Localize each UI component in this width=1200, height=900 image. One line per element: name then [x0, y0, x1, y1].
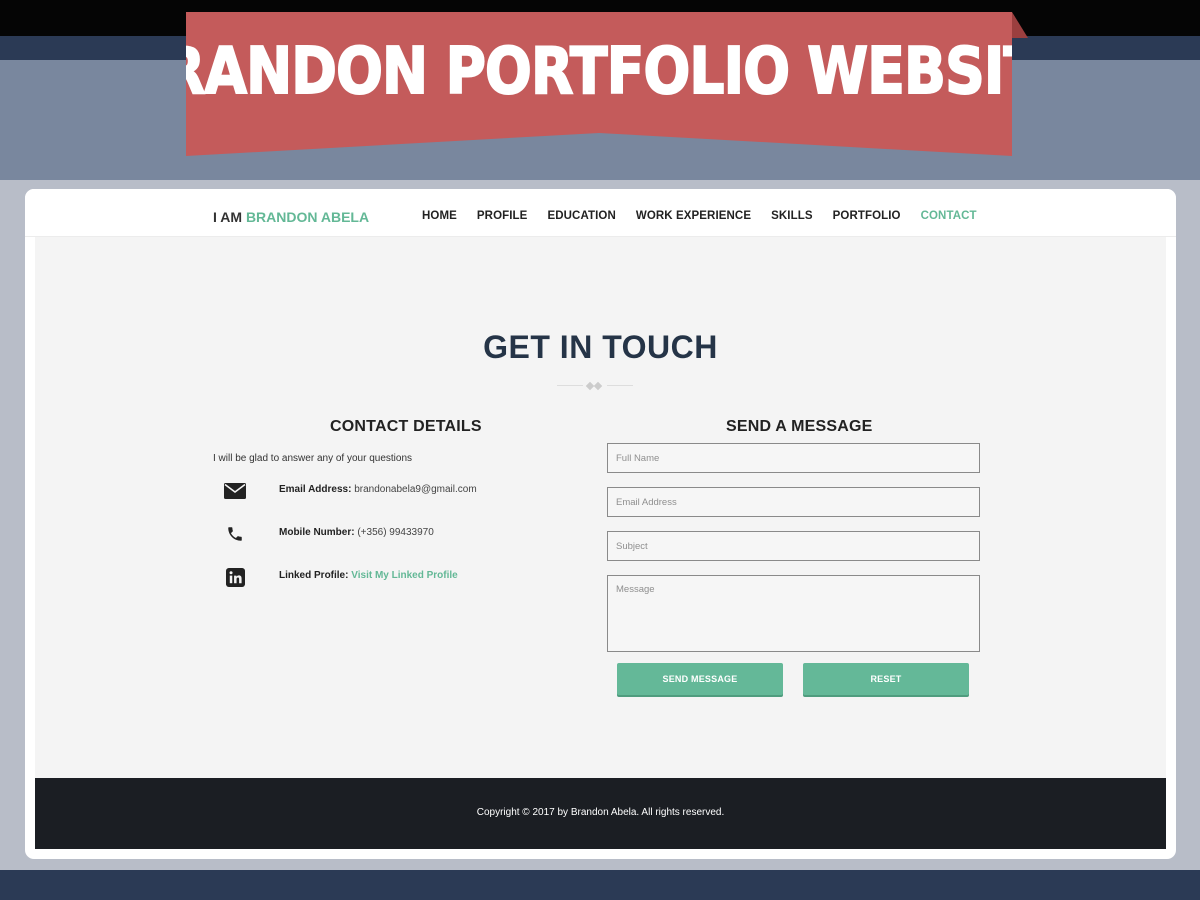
- brand-name: BRANDON ABELA: [245, 209, 370, 225]
- copyright-text: Copyright © 2017 by Brandon Abela. All r…: [476, 807, 725, 818]
- nav-skills[interactable]: SKILLS: [771, 210, 813, 222]
- footer: Copyright © 2017 by Brandon Abela. All r…: [35, 778, 1166, 849]
- brand-prefix: I AM: [213, 209, 243, 225]
- linkedin-icon: [224, 567, 246, 587]
- email-label: Email Address:: [279, 484, 352, 495]
- envelope-icon: [224, 481, 246, 501]
- contact-linkedin-text: Linked Profile: Visit My Linked Profile: [279, 570, 458, 581]
- nav-work-experience[interactable]: WORK EXPERIENCE: [636, 210, 751, 222]
- nav-home[interactable]: HOME: [422, 210, 457, 222]
- contact-phone-text: Mobile Number: (+356) 99433970: [279, 527, 434, 538]
- email-input[interactable]: [607, 487, 980, 517]
- nav-contact[interactable]: CONTACT: [921, 210, 977, 222]
- nav-portfolio[interactable]: PORTFOLIO: [833, 210, 901, 222]
- contact-email-text: Email Address: brandonabela9@gmail.com: [279, 484, 477, 495]
- banner-title: BRANDON PORTFOLIO WEBSITE: [121, 35, 1077, 109]
- send-message-heading: SEND A MESSAGE: [726, 418, 873, 435]
- nav-menu: HOME PROFILE EDUCATION WORK EXPERIENCE S…: [422, 210, 977, 222]
- bottom-navy-band: [0, 870, 1200, 900]
- contact-section: GET IN TOUCH CONTACT DETAILS I will be g…: [35, 237, 1166, 778]
- contact-intro-text: I will be glad to answer any of your que…: [213, 453, 412, 464]
- phone-label: Mobile Number:: [279, 527, 355, 538]
- subject-input[interactable]: [607, 531, 980, 561]
- contact-details-heading: CONTACT DETAILS: [330, 418, 482, 435]
- reset-button[interactable]: RESET: [803, 663, 969, 695]
- phone-icon: [224, 524, 246, 544]
- phone-value: (+356) 99433970: [357, 527, 434, 538]
- navbar: I AM BRANDON ABELA HOME PROFILE EDUCATIO…: [25, 189, 1176, 237]
- website-window: I AM BRANDON ABELA HOME PROFILE EDUCATIO…: [25, 189, 1176, 859]
- send-message-button[interactable]: SEND MESSAGE: [617, 663, 783, 695]
- full-name-input[interactable]: [607, 443, 980, 473]
- message-textarea[interactable]: [607, 575, 980, 652]
- title-divider: [557, 381, 633, 391]
- linkedin-label: Linked Profile:: [279, 570, 349, 581]
- page-title: GET IN TOUCH: [483, 329, 718, 365]
- brand-logo[interactable]: I AM BRANDON ABELA: [213, 209, 369, 225]
- email-value: brandonabela9@gmail.com: [354, 484, 477, 495]
- nav-profile[interactable]: PROFILE: [477, 210, 528, 222]
- nav-education[interactable]: EDUCATION: [547, 210, 615, 222]
- linkedin-profile-link[interactable]: Visit My Linked Profile: [351, 570, 458, 581]
